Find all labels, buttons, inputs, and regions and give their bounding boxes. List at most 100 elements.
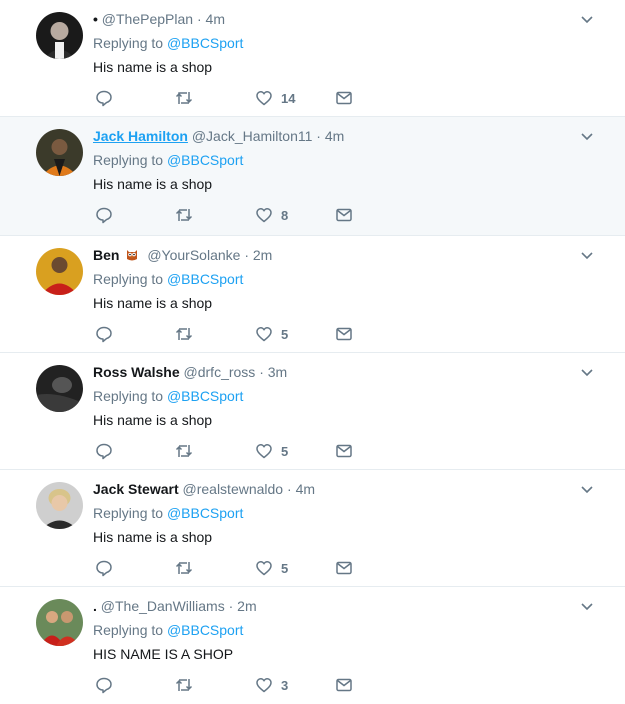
tweet-text: His name is a shop <box>93 59 213 75</box>
retweet-button[interactable] <box>175 558 193 578</box>
reply-icon <box>96 560 112 577</box>
envelope-icon <box>336 561 352 575</box>
tweet[interactable]: Ross Walshe @drfc_ross · 3m Replying to … <box>0 353 625 470</box>
like-count: 3 <box>281 677 289 693</box>
direct-message-button[interactable] <box>335 324 353 344</box>
direct-message-button[interactable] <box>335 88 353 108</box>
chevron-down-icon[interactable] <box>579 481 595 497</box>
reply-feed: • @ThePepPlan · 4m Replying to @BBCSport… <box>0 0 625 704</box>
chevron-down-icon[interactable] <box>579 247 595 263</box>
replying-to: Replying to @BBCSport <box>93 34 243 52</box>
display-name[interactable]: Jack Hamilton <box>93 128 188 144</box>
envelope-icon <box>336 91 352 105</box>
tweet-actions: 3 <box>93 675 363 695</box>
timestamp[interactable]: 4m <box>325 128 344 144</box>
tweet-header: Ross Walshe @drfc_ross · 3m <box>93 363 287 381</box>
retweet-icon <box>175 445 193 457</box>
tweet[interactable]: Ben @YourSolanke · 2m Replying to @BBCSp… <box>0 236 625 353</box>
tweet[interactable]: Jack Hamilton @Jack_Hamilton11 · 4m Repl… <box>0 117 625 236</box>
reply-button[interactable] <box>95 88 113 108</box>
display-name[interactable]: Ben <box>93 247 119 263</box>
replying-prefix: Replying to <box>93 35 164 51</box>
replying-to: Replying to @BBCSport <box>93 621 243 639</box>
timestamp[interactable]: 4m <box>206 11 225 27</box>
reply-to-link[interactable]: @BBCSport <box>167 505 243 521</box>
display-name[interactable]: . <box>93 598 97 614</box>
user-handle[interactable]: @YourSolanke <box>147 247 240 263</box>
tweet[interactable]: • @ThePepPlan · 4m Replying to @BBCSport… <box>0 0 625 117</box>
chevron-down-icon[interactable] <box>579 11 595 27</box>
reply-to-link[interactable]: @BBCSport <box>167 388 243 404</box>
reply-button[interactable] <box>95 441 113 461</box>
chevron-down-icon[interactable] <box>579 598 595 614</box>
like-count: 5 <box>281 326 289 342</box>
tweet-actions: 5 <box>93 441 363 461</box>
tweet[interactable]: . @The_DanWilliams · 2m Replying to @BBC… <box>0 587 625 704</box>
avatar[interactable] <box>36 599 83 646</box>
replying-to: Replying to @BBCSport <box>93 151 243 169</box>
retweet-button[interactable] <box>175 88 193 108</box>
reply-to-link[interactable]: @BBCSport <box>167 152 243 168</box>
reply-to-link[interactable]: @BBCSport <box>167 271 243 287</box>
tweet-actions: 5 <box>93 324 363 344</box>
direct-message-button[interactable] <box>335 441 353 461</box>
reply-button[interactable] <box>95 205 113 225</box>
avatar[interactable] <box>36 482 83 529</box>
retweet-button[interactable] <box>175 324 193 344</box>
like-count: 5 <box>281 443 289 459</box>
direct-message-button[interactable] <box>335 675 353 695</box>
direct-message-button[interactable] <box>335 205 353 225</box>
tweet-text: His name is a shop <box>93 295 213 311</box>
like-button[interactable]: 3 <box>255 675 288 695</box>
display-name[interactable]: Jack Stewart <box>93 481 179 497</box>
timestamp[interactable]: 4m <box>296 481 315 497</box>
display-name[interactable]: Ross Walshe <box>93 364 180 380</box>
retweet-icon <box>175 328 193 340</box>
avatar[interactable] <box>36 12 83 59</box>
display-name[interactable]: • <box>93 11 98 27</box>
reply-button[interactable] <box>95 558 113 578</box>
user-handle[interactable]: @realstewnaldo <box>183 481 284 497</box>
chevron-down-icon[interactable] <box>579 128 595 144</box>
user-handle[interactable]: @The_DanWilliams <box>101 598 225 614</box>
timestamp[interactable]: 2m <box>253 247 272 263</box>
retweet-button[interactable] <box>175 675 193 695</box>
reply-button[interactable] <box>95 675 113 695</box>
tweet[interactable]: Jack Stewart @realstewnaldo · 4m Replyin… <box>0 470 625 587</box>
tweet-text: His name is a shop <box>93 529 213 545</box>
timestamp[interactable]: 2m <box>237 598 256 614</box>
replying-prefix: Replying to <box>93 271 164 287</box>
tweet-actions: 8 <box>93 205 363 225</box>
chevron-down-icon[interactable] <box>579 364 595 380</box>
replying-to: Replying to @BBCSport <box>93 504 243 522</box>
like-button[interactable]: 14 <box>255 88 295 108</box>
retweet-button[interactable] <box>175 205 193 225</box>
reply-icon <box>96 677 112 694</box>
tweet-actions: 5 <box>93 558 363 578</box>
separator-dot: · <box>259 364 264 380</box>
tweet-text: His name is a shop <box>93 412 213 428</box>
like-button[interactable]: 5 <box>255 441 288 461</box>
avatar[interactable] <box>36 129 83 176</box>
tweet-header: Jack Stewart @realstewnaldo · 4m <box>93 480 315 498</box>
reply-to-link[interactable]: @BBCSport <box>167 622 243 638</box>
retweet-icon <box>175 562 193 574</box>
tweet-header: • @ThePepPlan · 4m <box>93 10 225 28</box>
tweet-text: His name is a shop <box>93 176 213 192</box>
tweet-header: Jack Hamilton @Jack_Hamilton11 · 4m <box>93 127 344 145</box>
user-handle[interactable]: @drfc_ross <box>184 364 256 380</box>
like-button[interactable]: 5 <box>255 558 288 578</box>
timestamp[interactable]: 3m <box>268 364 287 380</box>
user-handle[interactable]: @Jack_Hamilton11 <box>192 128 313 144</box>
reply-button[interactable] <box>95 324 113 344</box>
avatar[interactable] <box>36 365 83 412</box>
heart-icon <box>256 327 272 342</box>
user-handle[interactable]: @ThePepPlan <box>102 11 193 27</box>
retweet-button[interactable] <box>175 441 193 461</box>
direct-message-button[interactable] <box>335 558 353 578</box>
reply-icon <box>96 326 112 343</box>
reply-to-link[interactable]: @BBCSport <box>167 35 243 51</box>
like-button[interactable]: 5 <box>255 324 288 344</box>
like-button[interactable]: 8 <box>255 205 288 225</box>
avatar[interactable] <box>36 248 83 295</box>
